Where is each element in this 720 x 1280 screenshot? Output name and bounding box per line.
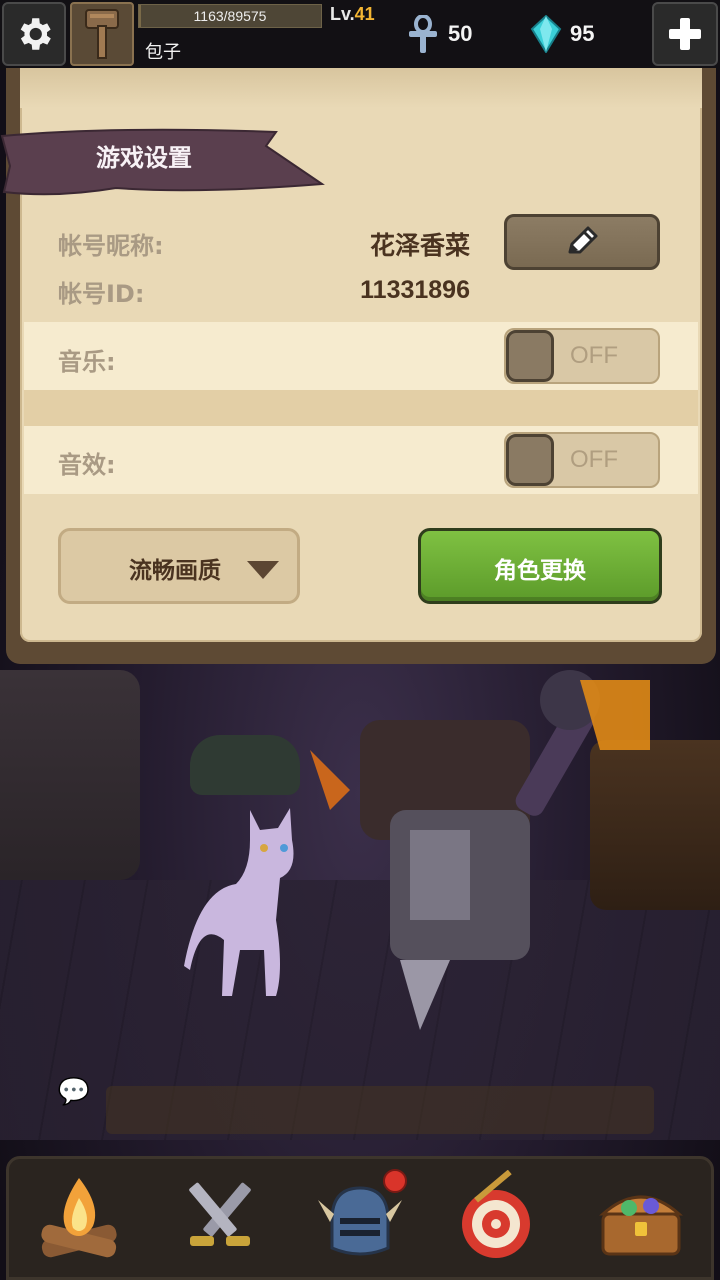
level-prefix: Lv. — [330, 4, 355, 24]
gem-icon — [530, 15, 562, 53]
nickname-value: 花泽香菜 — [369, 231, 470, 260]
music-toggle-knob — [506, 330, 554, 382]
sfx-toggle[interactable]: OFF — [504, 432, 660, 488]
level-display: Lv.41 — [330, 4, 375, 25]
sfx-toggle-knob — [506, 434, 554, 486]
xp-bar: 1163/89575 — [138, 4, 322, 28]
music-toggle-state: OFF — [570, 342, 618, 369]
campfire-icon — [41, 1178, 117, 1258]
notification-dot — [382, 1169, 407, 1193]
white-cat — [184, 808, 294, 996]
crossed-swords-icon — [188, 1182, 251, 1246]
ankh-icon — [409, 15, 437, 53]
panel-top-strip — [20, 68, 702, 108]
settings-title: 游戏设置 — [96, 144, 192, 172]
bottom-nav — [6, 1156, 714, 1280]
nav-treasure[interactable] — [586, 1163, 696, 1273]
level-number: 41 — [354, 4, 375, 24]
row-separator — [24, 390, 698, 426]
ankh-currency[interactable]: 50 — [406, 14, 472, 54]
dropdown-arrow-icon — [247, 561, 279, 579]
settings-panel: 帐号昵称: 花泽香菜 帐号ID: 11331896 音乐: OFF 音效: OF… — [0, 68, 716, 664]
target-icon — [462, 1170, 531, 1258]
nav-quests[interactable] — [445, 1163, 555, 1273]
treasure-chest-icon — [598, 1195, 683, 1256]
switch-role-label: 角色更换 — [494, 558, 586, 584]
sfx-toggle-state: OFF — [570, 446, 618, 473]
gear-icon — [20, 18, 51, 50]
avatar[interactable] — [70, 2, 134, 66]
ankh-count: 50 — [448, 21, 473, 46]
sfx-label: 音效: — [58, 451, 116, 479]
pencil-icon — [568, 226, 598, 254]
knight-character — [310, 670, 650, 1030]
settings-button[interactable] — [2, 2, 66, 66]
plus-icon — [669, 18, 701, 50]
graphics-quality-label: 流畅画质 — [129, 558, 221, 584]
gem-count: 95 — [570, 21, 595, 46]
nav-hero[interactable] — [305, 1163, 415, 1273]
sack-left — [0, 670, 140, 880]
chat-input-bar[interactable] — [106, 1086, 654, 1134]
nav-battle[interactable] — [165, 1163, 275, 1273]
xp-text: 1163/89575 — [193, 8, 267, 24]
music-label: 音乐: — [58, 348, 116, 376]
account-id-value: 11331896 — [360, 276, 470, 304]
switch-role-button[interactable]: 角色更换 — [418, 528, 662, 604]
edit-nickname-button[interactable] — [504, 214, 660, 270]
graphics-quality-dropdown[interactable]: 流畅画质 — [58, 528, 300, 604]
nav-campfire[interactable] — [24, 1163, 134, 1273]
xp-fill — [139, 5, 142, 27]
add-currency-button[interactable] — [652, 2, 718, 66]
pot — [190, 735, 300, 795]
nickname-label: 帐号昵称: — [58, 232, 164, 260]
account-id-label: 帐号ID: — [58, 280, 145, 308]
chat-icon[interactable]: 💬 — [54, 1072, 94, 1112]
player-name: 包子 — [145, 42, 181, 63]
music-toggle[interactable]: OFF — [504, 328, 660, 384]
hammer-avatar-icon — [85, 9, 119, 59]
top-status-bar: 1163/89575 Lv.41 包子 50 95 — [0, 0, 720, 70]
gem-currency[interactable]: 95 — [530, 14, 594, 54]
